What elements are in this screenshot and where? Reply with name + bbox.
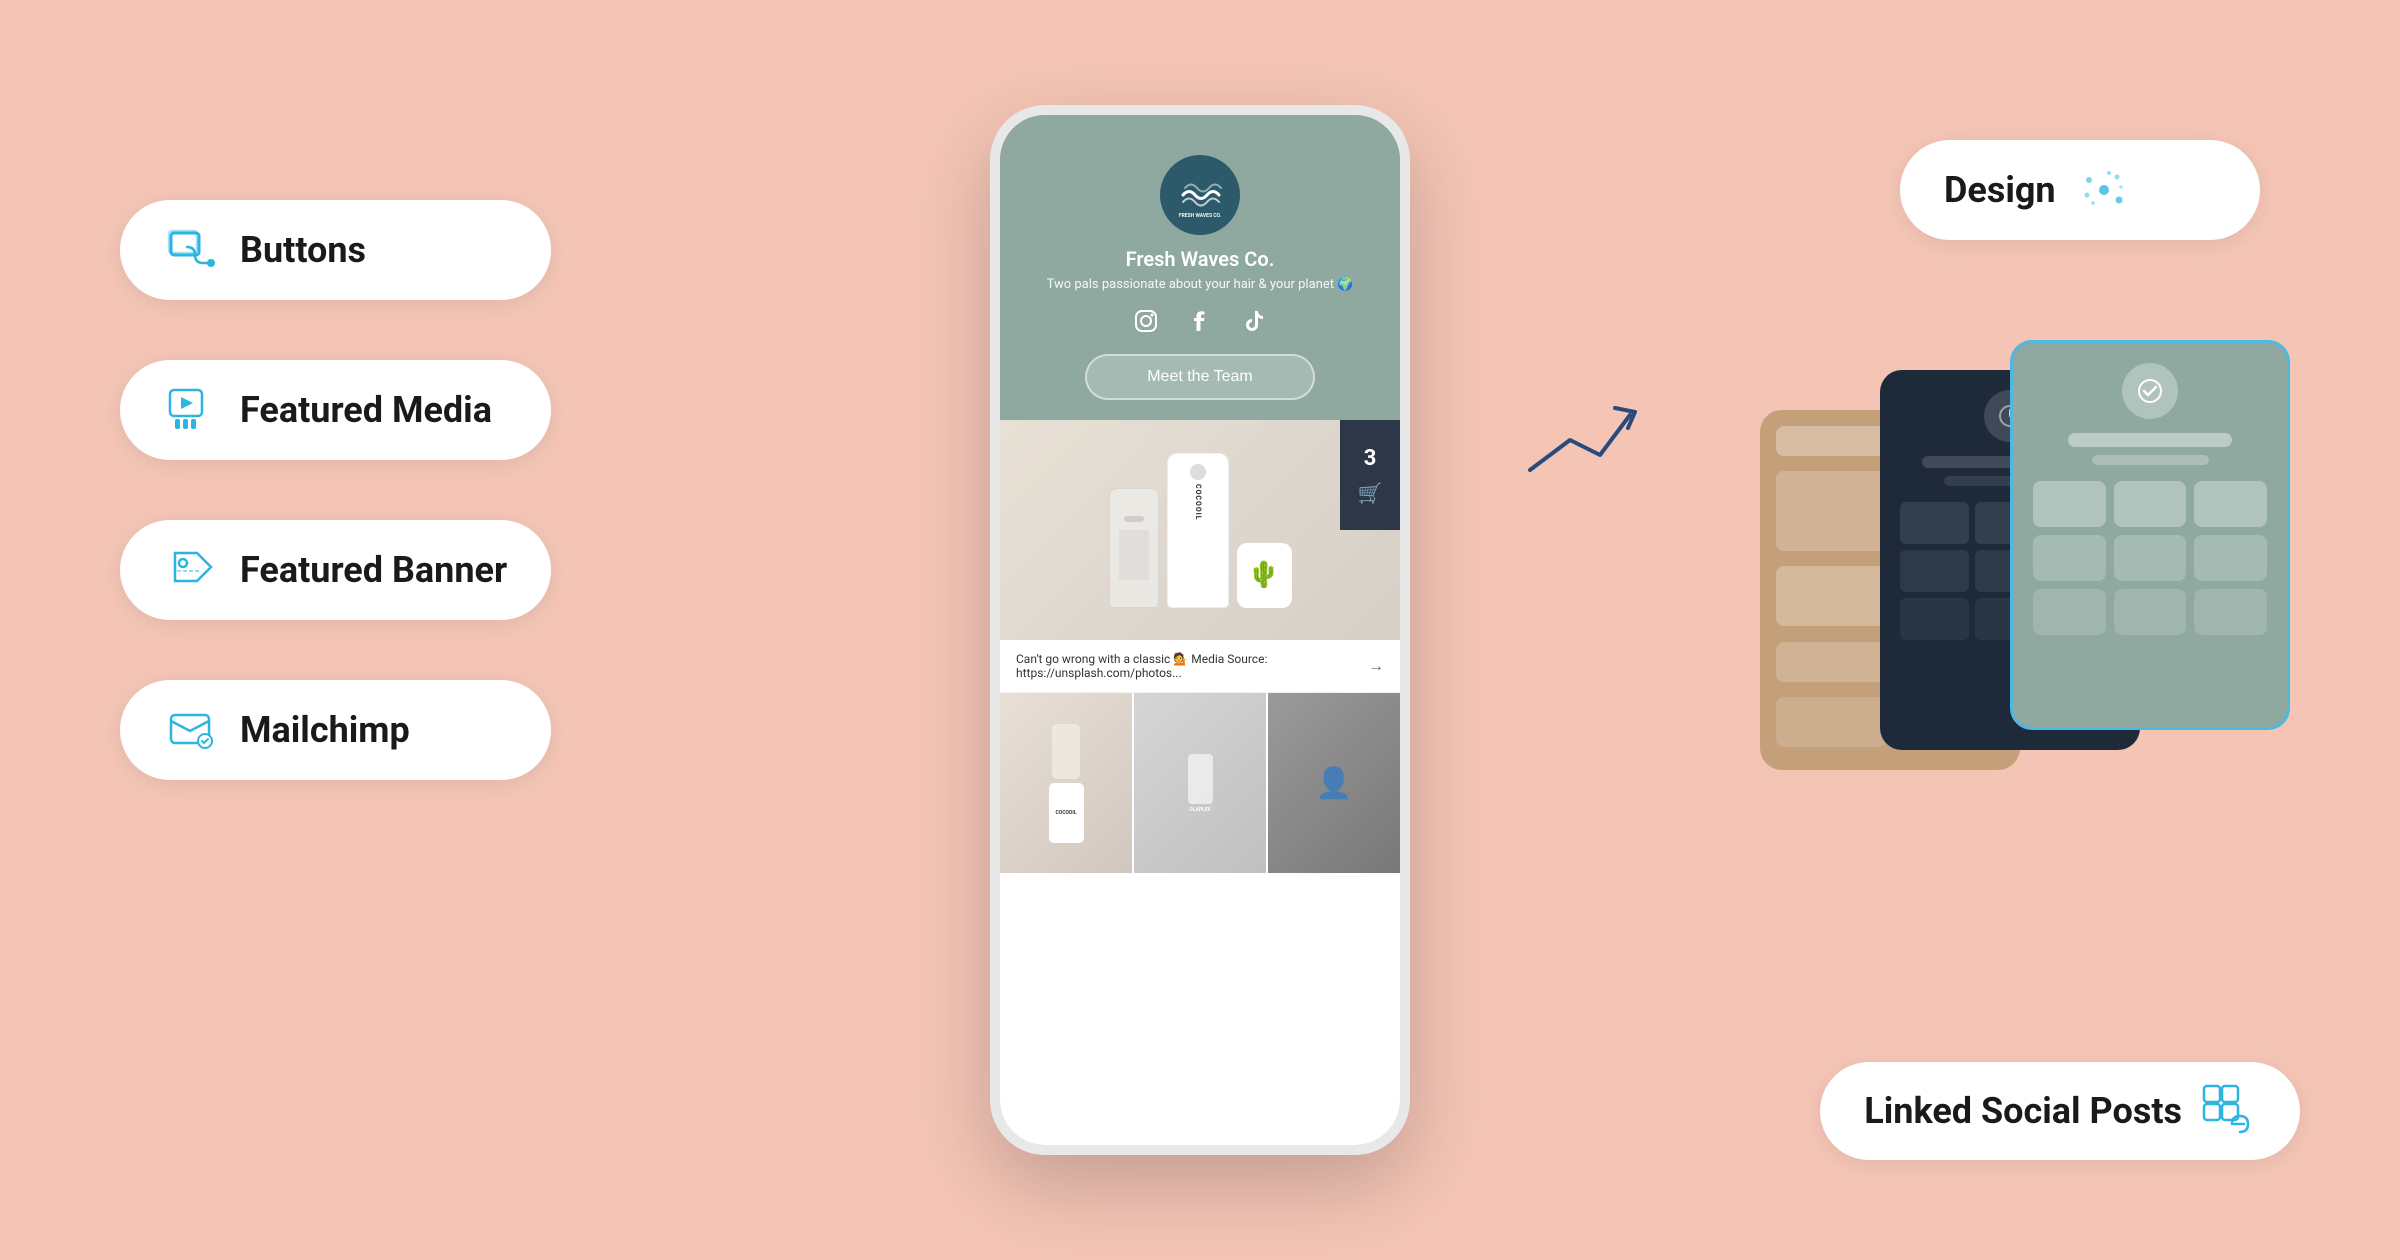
caption-arrow-icon: → — [1368, 656, 1384, 676]
theme-card-front — [2010, 340, 2290, 730]
facebook-icon[interactable] — [1187, 308, 1213, 334]
featured-media-label: Featured Media — [240, 389, 492, 431]
bottle-cocooil: COCOOIL — [1167, 453, 1229, 608]
design-area: Design — [1900, 140, 2260, 240]
phone-tagline: Two pals passionate about your hair & yo… — [1047, 277, 1354, 292]
sparkle-icon — [2076, 162, 2132, 218]
phone-mockup: FRESH WAVES CO. Fresh Waves Co. Two pals… — [990, 105, 1410, 1155]
cart-badge: 3 🛒 — [1340, 420, 1400, 530]
feature-pill-featured-banner[interactable]: Featured Banner — [120, 520, 551, 620]
mail-icon — [164, 702, 220, 758]
phone-outer: FRESH WAVES CO. Fresh Waves Co. Two pals… — [990, 105, 1410, 1155]
linked-social-label: Linked Social Posts — [1864, 1090, 2182, 1132]
caption-text: Can't go wrong with a classic 💁 Media So… — [1016, 652, 1358, 680]
design-label: Design — [1944, 169, 2056, 211]
phone-header: FRESH WAVES CO. Fresh Waves Co. Two pals… — [1000, 115, 1400, 420]
svg-text:FRESH WAVES CO.: FRESH WAVES CO. — [1179, 213, 1222, 219]
thumbnail-1: COCOOIL — [1000, 693, 1132, 873]
brand-logo: FRESH WAVES CO. — [1160, 155, 1240, 235]
linked-social-pill[interactable]: Linked Social Posts — [1820, 1062, 2300, 1160]
social-icons-row — [1133, 308, 1267, 334]
bottle-1 — [1109, 488, 1159, 608]
phone-brand-name: Fresh Waves Co. — [1126, 247, 1275, 271]
trend-arrow-icon — [1520, 400, 1640, 480]
thumbnail-2: OLAPLEX — [1134, 693, 1266, 873]
feature-pill-featured-media[interactable]: Featured Media — [120, 360, 551, 460]
play-icon — [164, 382, 220, 438]
product-image-area: COCOOIL 🌵 3 🛒 — [1000, 420, 1400, 640]
mailchimp-label: Mailchimp — [240, 709, 410, 751]
phone-content: COCOOIL 🌵 3 🛒 Can't go wrong with a clas… — [1000, 420, 1400, 1145]
trend-arrow-area — [1520, 400, 1640, 480]
meet-team-button[interactable]: Meet the Team — [1085, 354, 1315, 400]
buttons-label: Buttons — [240, 229, 366, 271]
tiktok-icon[interactable] — [1241, 308, 1267, 334]
theme-cards-area — [1760, 310, 2320, 870]
featured-banner-label: Featured Banner — [240, 549, 507, 591]
thumbnail-3: 👤 — [1268, 693, 1400, 873]
cart-count: 3 — [1364, 446, 1377, 471]
tag-icon — [164, 542, 220, 598]
caption-row: Can't go wrong with a classic 💁 Media So… — [1000, 640, 1400, 693]
thumbnails-row: COCOOIL OLAPLEX 👤 — [1000, 693, 1400, 873]
cart-icon: 🛒 — [1358, 481, 1383, 505]
link-icon — [164, 222, 220, 278]
feature-pill-mailchimp[interactable]: Mailchimp — [120, 680, 551, 780]
instagram-icon[interactable] — [1133, 308, 1159, 334]
plant-decoration: 🌵 — [1237, 543, 1292, 608]
feature-pill-buttons[interactable]: Buttons — [120, 200, 551, 300]
design-pill[interactable]: Design — [1900, 140, 2260, 240]
grid-link-icon — [2202, 1084, 2256, 1138]
product-bottles: COCOOIL 🌵 — [1089, 433, 1312, 628]
feature-pills-list: Buttons Featured Media Featured Banner — [120, 200, 551, 780]
phone-screen: FRESH WAVES CO. Fresh Waves Co. Two pals… — [1000, 115, 1400, 1145]
